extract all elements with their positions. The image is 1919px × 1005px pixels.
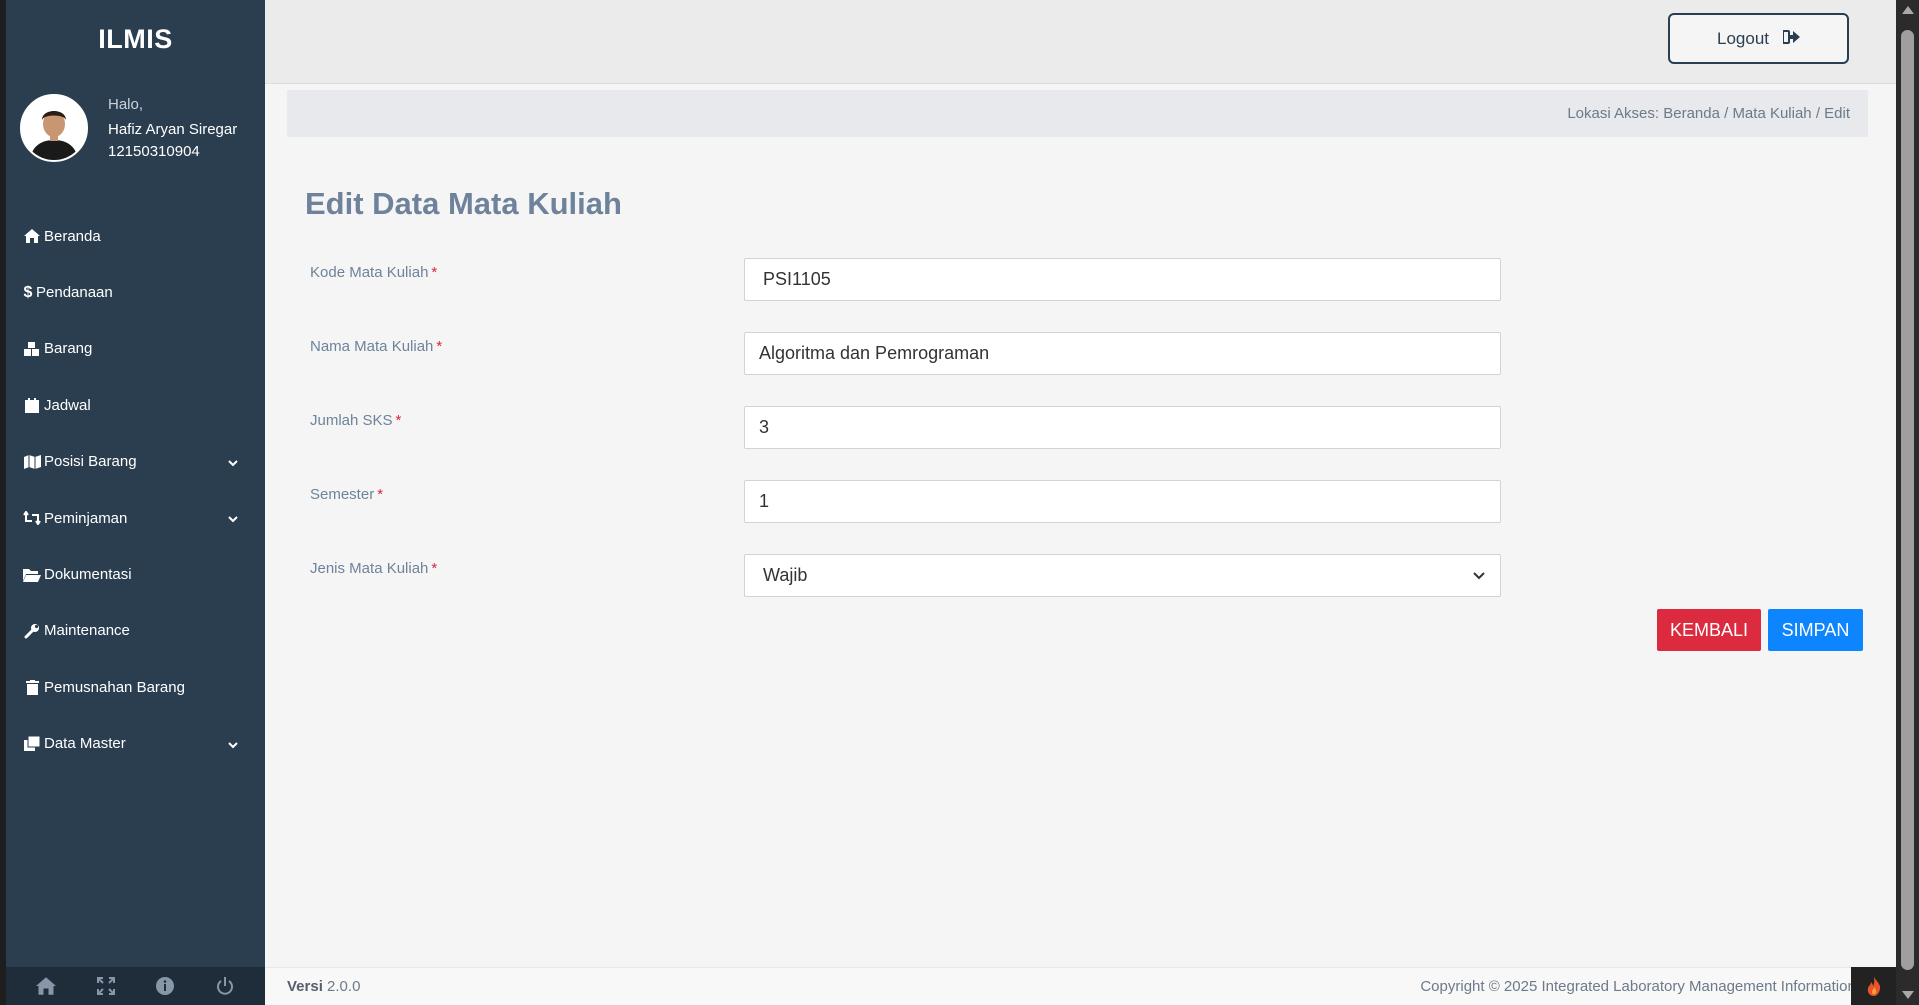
fire-icon[interactable] xyxy=(1851,967,1896,1005)
sks-value: 3 xyxy=(759,417,770,437)
required-mark: * xyxy=(395,412,402,429)
semester-label-text: Semester xyxy=(310,486,375,503)
required-mark: * xyxy=(377,486,384,503)
trash-icon xyxy=(23,679,41,695)
semester-input[interactable]: 1 xyxy=(744,480,1501,523)
cubes-icon xyxy=(23,341,41,357)
form-row-jenis: Jenis Mata Kuliah * Wajib xyxy=(310,554,1510,598)
form-row-semester: Semester * 1 xyxy=(310,480,1510,524)
sidebar-item-maintenance[interactable]: Maintenance xyxy=(6,603,265,659)
nama-label: Nama Mata Kuliah * xyxy=(310,338,442,355)
sign-out-icon xyxy=(1782,29,1800,49)
sidebar-item-dokumentasi[interactable]: Dokumentasi xyxy=(6,546,265,602)
version-info: Versi 2.0.0 xyxy=(287,978,360,995)
retweet-icon xyxy=(23,510,41,526)
sidebar-item-jadwal[interactable]: Jadwal xyxy=(6,377,265,433)
sidebar-item-label: Data Master xyxy=(44,735,126,753)
map-icon xyxy=(23,454,41,470)
expand-icon[interactable] xyxy=(95,975,117,997)
footer: Versi 2.0.0 Copyright © 2025 Integrated … xyxy=(265,967,1910,1005)
sidebar: ILMIS Halo, Hafiz Aryan Siregar 12150310… xyxy=(6,0,265,1005)
sidebar-item-label: Posisi Barang xyxy=(44,453,137,471)
wrench-icon xyxy=(23,623,41,639)
save-button[interactable]: SIMPAN xyxy=(1768,609,1863,651)
chevron-down-icon xyxy=(227,512,239,524)
user-panel: Halo, Hafiz Aryan Siregar 12150310904 xyxy=(20,94,255,174)
sidebar-item-label: Pendanaan xyxy=(36,284,113,302)
brand-logo[interactable]: ILMIS xyxy=(6,24,265,55)
sidebar-item-pemusnahan-barang[interactable]: Pemusnahan Barang xyxy=(6,659,265,715)
sidebar-item-peminjaman[interactable]: Peminjaman xyxy=(6,490,265,546)
clone-icon xyxy=(23,736,41,752)
kode-mata-kuliah-input[interactable]: PSI1105 xyxy=(744,258,1501,301)
jumlah-sks-input[interactable]: 3 xyxy=(744,406,1501,449)
scrollbar[interactable] xyxy=(1896,0,1919,1005)
user-name: Hafiz Aryan Siregar xyxy=(108,121,238,138)
folder-open-icon xyxy=(23,567,41,583)
sidebar-item-pendanaan[interactable]: $ Pendanaan xyxy=(6,264,265,320)
nama-mata-kuliah-input[interactable]: Algoritma dan Pemrograman xyxy=(744,332,1501,375)
semester-value: 1 xyxy=(759,491,770,511)
sidebar-menu: Beranda $ Pendanaan Barang Jadwal Posisi… xyxy=(6,208,265,772)
required-mark: * xyxy=(431,264,438,281)
nama-value: Algoritma dan Pemrograman xyxy=(759,343,990,363)
user-info: Halo, Hafiz Aryan Siregar 12150310904 xyxy=(108,94,237,163)
required-mark: * xyxy=(436,338,443,355)
version-label: Versi xyxy=(287,978,323,995)
chevron-down-icon xyxy=(227,738,239,750)
dollar-icon: $ xyxy=(23,283,33,301)
back-button[interactable]: KEMBALI xyxy=(1657,609,1761,651)
topbar: Logout xyxy=(265,0,1896,84)
main-content: Logout Lokasi Akses: Beranda / Mata Kuli… xyxy=(265,0,1910,1005)
logout-label: Logout xyxy=(1717,28,1769,48)
sidebar-item-label: Peminjaman xyxy=(44,509,128,527)
sidebar-item-label: Barang xyxy=(44,340,93,358)
version-number: 2.0.0 xyxy=(327,978,361,995)
sks-label: Jumlah SKS * xyxy=(310,412,401,429)
sidebar-item-barang[interactable]: Barang xyxy=(6,321,265,377)
form-row-nama: Nama Mata Kuliah * Algoritma dan Pemrogra… xyxy=(310,332,1510,376)
required-mark: * xyxy=(431,560,438,577)
breadcrumb: Lokasi Akses: Beranda / Mata Kuliah / Ed… xyxy=(287,90,1868,137)
sidebar-item-beranda[interactable]: Beranda xyxy=(6,208,265,264)
avatar xyxy=(20,94,88,162)
jenis-mata-kuliah-select[interactable]: Wajib xyxy=(744,554,1501,597)
sidebar-item-data-master[interactable]: Data Master xyxy=(6,716,265,772)
sidebar-item-label: Jadwal xyxy=(44,396,91,414)
page-title: Edit Data Mata Kuliah xyxy=(305,186,622,221)
copyright: Copyright © 2025 Integrated Laboratory M… xyxy=(1420,978,1910,995)
user-nim: 12150310904 xyxy=(108,143,200,160)
kode-value: PSI1105 xyxy=(763,269,831,289)
power-icon[interactable] xyxy=(214,975,236,997)
scroll-up-arrow-icon[interactable] xyxy=(1896,0,1919,20)
chevron-down-icon xyxy=(227,456,239,468)
chevron-down-icon xyxy=(1472,565,1486,586)
sidebar-item-label: Beranda xyxy=(44,227,101,245)
calendar-icon xyxy=(23,397,41,413)
form-row-kode: Kode Mata Kuliah * PSI1105 xyxy=(310,258,1510,302)
jenis-value: Wajib xyxy=(763,565,808,585)
scroll-down-arrow-icon[interactable] xyxy=(1896,985,1919,1005)
sks-label-text: Jumlah SKS xyxy=(310,412,393,429)
semester-label: Semester * xyxy=(310,486,383,503)
sidebar-item-posisi-barang[interactable]: Posisi Barang xyxy=(6,434,265,490)
jenis-label: Jenis Mata Kuliah * xyxy=(310,560,437,577)
user-greeting: Halo, xyxy=(108,96,144,113)
scrollbar-thumb[interactable] xyxy=(1901,30,1914,970)
sidebar-item-label: Pemusnahan Barang xyxy=(44,678,185,696)
home-icon[interactable] xyxy=(35,975,57,997)
info-icon[interactable] xyxy=(154,975,176,997)
logout-button[interactable]: Logout xyxy=(1668,13,1849,64)
home-icon xyxy=(23,228,41,244)
sidebar-item-label: Dokumentasi xyxy=(44,566,132,584)
jenis-label-text: Jenis Mata Kuliah xyxy=(310,560,429,577)
kode-label: Kode Mata Kuliah * xyxy=(310,264,437,281)
sidebar-footer xyxy=(6,967,265,1005)
form-row-sks: Jumlah SKS * 3 xyxy=(310,406,1510,450)
nama-label-text: Nama Mata Kuliah xyxy=(310,338,434,355)
sidebar-item-label: Maintenance xyxy=(44,622,130,640)
kode-label-text: Kode Mata Kuliah xyxy=(310,264,429,281)
